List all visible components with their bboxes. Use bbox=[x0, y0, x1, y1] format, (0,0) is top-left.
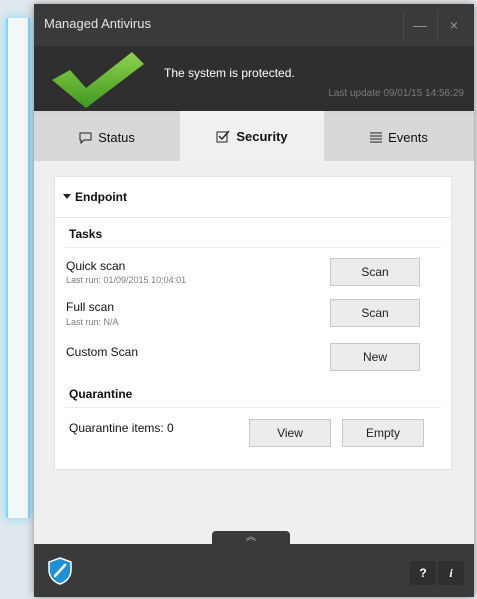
quarantine-view-button[interactable]: View bbox=[249, 419, 331, 447]
quarantine-title: Quarantine bbox=[69, 387, 133, 401]
tab-security[interactable]: Security bbox=[180, 111, 324, 161]
minimize-button[interactable]: — bbox=[403, 12, 436, 40]
title-bar[interactable]: Managed Antivirus — × bbox=[34, 4, 474, 46]
tab-security-label: Security bbox=[236, 128, 288, 144]
endpoint-panel: Endpoint Tasks Quick scan Last run: 01/0… bbox=[54, 176, 452, 470]
tab-bar: Status Security Events bbox=[34, 111, 474, 161]
tab-events-label: Events bbox=[388, 130, 428, 145]
full-scan-button[interactable]: Scan bbox=[330, 299, 420, 327]
protection-status: The system is protected. bbox=[164, 66, 295, 80]
tasks-title: Tasks bbox=[69, 227, 103, 241]
background-window-edge bbox=[6, 18, 30, 518]
quarantine-items: Quarantine items: 0 bbox=[69, 421, 174, 435]
custom-scan-new-button[interactable]: New bbox=[330, 343, 420, 371]
full-scan-label: Full scan bbox=[66, 300, 115, 314]
checkmark-icon bbox=[52, 52, 144, 108]
full-scan-last-run: Last run: N/A bbox=[66, 317, 119, 327]
expand-handle[interactable]: ︽ bbox=[212, 531, 290, 545]
endpoint-label: Endpoint bbox=[75, 190, 127, 204]
endpoint-header[interactable]: Endpoint bbox=[55, 177, 451, 218]
tab-status[interactable]: Status bbox=[34, 114, 180, 161]
chat-bubble-icon bbox=[79, 132, 92, 144]
quarantine-empty-button[interactable]: Empty bbox=[342, 419, 424, 447]
help-button[interactable]: ? bbox=[410, 561, 436, 585]
quarantine-divider bbox=[65, 407, 441, 408]
quick-scan-last-run: Last run: 01/09/2015 10:04:01 bbox=[66, 275, 187, 285]
tasks-divider bbox=[65, 247, 441, 248]
list-icon bbox=[370, 132, 383, 143]
checkbox-icon bbox=[216, 130, 230, 143]
custom-scan-label: Custom Scan bbox=[66, 345, 139, 359]
desktop-background bbox=[0, 0, 30, 599]
tab-status-label: Status bbox=[98, 130, 135, 145]
footer-bar: ? i bbox=[34, 544, 474, 597]
caret-down-icon bbox=[63, 194, 71, 199]
antivirus-window: Managed Antivirus — × The system is prot… bbox=[34, 4, 474, 597]
security-content: Endpoint Tasks Quick scan Last run: 01/0… bbox=[34, 161, 474, 544]
info-button[interactable]: i bbox=[438, 561, 464, 585]
last-update: Last update 09/01/15 14:56:29 bbox=[328, 88, 464, 99]
protection-banner: The system is protected. Last update 09/… bbox=[34, 46, 474, 111]
shield-icon bbox=[48, 557, 72, 585]
quick-scan-button[interactable]: Scan bbox=[330, 258, 420, 286]
close-button[interactable]: × bbox=[437, 12, 470, 40]
quick-scan-label: Quick scan bbox=[66, 259, 126, 273]
tab-events[interactable]: Events bbox=[324, 114, 474, 161]
window-title: Managed Antivirus bbox=[44, 16, 151, 31]
